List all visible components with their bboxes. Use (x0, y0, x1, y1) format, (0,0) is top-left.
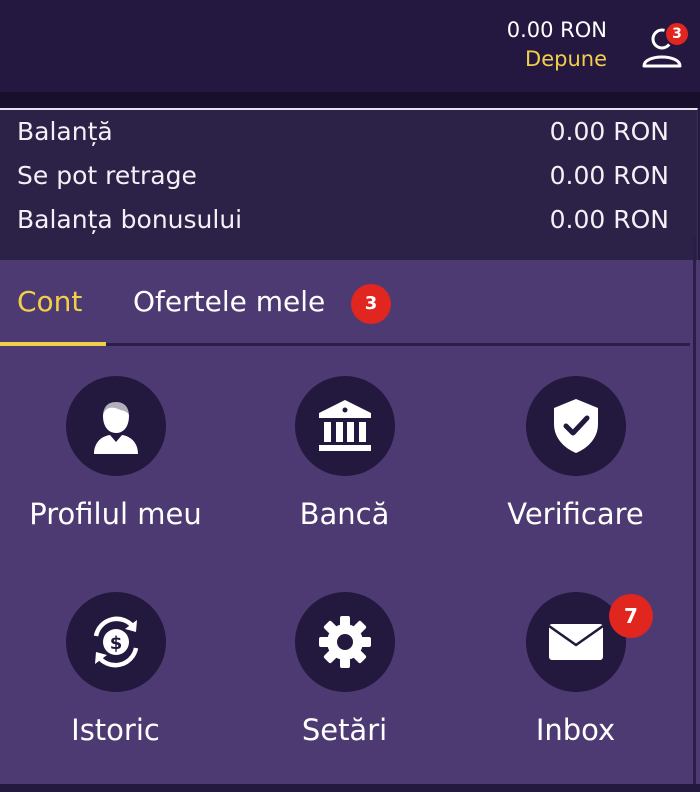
menu-item-profile[interactable]: Profilul meu (0, 376, 231, 576)
inbox-label: Inbox (535, 713, 616, 747)
balance-row: Balanță 0.00 RON (17, 112, 669, 152)
history-dollar-icon: $ (93, 616, 138, 668)
balance-label: Balanță (17, 117, 113, 146)
account-menu: Cont Ofertele mele Profilul meu Bancă Ve… (0, 260, 700, 784)
top-header: 0.00 RON Depune 3 (0, 0, 700, 92)
header-divider (0, 92, 700, 108)
offers-count-badge: 3 (351, 284, 391, 324)
envelope-icon (547, 624, 604, 660)
balance-value: 0.00 RON (549, 117, 669, 146)
bonus-balance-row: Balanța bonusului 0.00 RON (17, 200, 669, 240)
withdrawable-value: 0.00 RON (549, 161, 669, 190)
history-icon-circle: $ (65, 592, 166, 692)
bonus-balance-label: Balanța bonusului (17, 205, 243, 234)
withdrawable-label: Se pot retrage (17, 161, 197, 190)
tab-account[interactable]: Cont (17, 282, 82, 322)
menu-item-history[interactable]: $ Istoric (0, 592, 231, 792)
menu-item-verification[interactable]: Verificare (460, 376, 691, 576)
svg-text:$: $ (109, 633, 122, 654)
balance-panel: Balanță 0.00 RON Se pot retrage 0.00 RON… (0, 108, 698, 260)
bank-icon (318, 400, 371, 451)
deposit-link[interactable]: Depune (507, 44, 607, 74)
profile-label: Profilul meu (29, 497, 202, 531)
notification-badge: 3 (664, 21, 690, 47)
profile-icon-circle (65, 376, 166, 476)
active-tab-indicator (0, 342, 106, 346)
tab-bar: Cont Ofertele mele (0, 260, 690, 346)
bonus-balance-value: 0.00 RON (549, 205, 669, 234)
bank-label: Bancă (299, 497, 390, 531)
shield-check-icon (553, 399, 598, 453)
gear-icon (318, 616, 371, 668)
user-profile-icon (93, 401, 138, 454)
menu-item-bank[interactable]: Bancă (229, 376, 460, 576)
settings-label: Setări (301, 713, 388, 747)
verification-label: Verificare (507, 497, 644, 531)
history-label: Istoric (71, 713, 160, 747)
inbox-count-badge: 7 (609, 594, 653, 638)
verification-icon-circle (525, 376, 626, 476)
scrollbar-track[interactable] (693, 236, 696, 784)
menu-item-inbox[interactable]: Inbox (460, 592, 691, 792)
header-balance-amount: 0.00 RON (506, 18, 607, 42)
header-balance: 0.00 RON Depune (507, 16, 607, 74)
bank-icon-circle (294, 376, 395, 476)
tab-my-offers[interactable]: Ofertele mele (133, 282, 325, 322)
menu-item-settings[interactable]: Setări (229, 592, 460, 792)
settings-icon-circle (294, 592, 395, 692)
withdrawable-row: Se pot retrage 0.00 RON (17, 156, 669, 196)
